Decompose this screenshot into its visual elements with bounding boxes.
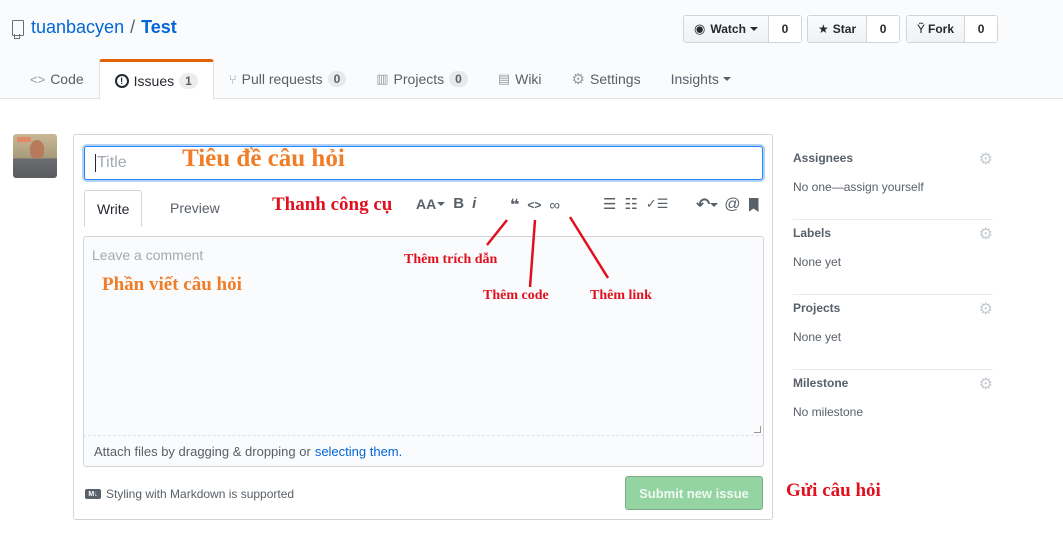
unordered-list-icon[interactable]: ☰ bbox=[603, 195, 616, 213]
italic-icon[interactable]: i bbox=[472, 195, 476, 212]
labels-value: None yet bbox=[793, 255, 842, 269]
sidebar-projects: Projects ⚙ None yet bbox=[793, 295, 993, 370]
sidebar-labels: Labels ⚙ None yet bbox=[793, 220, 993, 295]
star-count[interactable]: 0 bbox=[867, 16, 900, 42]
code-icon: <> bbox=[30, 71, 46, 87]
markdown-icon: M↓ bbox=[85, 489, 101, 499]
milestone-heading: Milestone bbox=[793, 376, 849, 390]
star-group: ★ Star 0 bbox=[807, 15, 901, 43]
fork-icon: Ỹ bbox=[917, 22, 926, 36]
annotation-quote: Thêm trích dẫn bbox=[404, 252, 498, 267]
chevron-down-icon bbox=[710, 203, 719, 207]
link-icon[interactable]: ∞ bbox=[549, 197, 560, 214]
eye-icon: ◉ bbox=[694, 21, 706, 36]
gear-icon: ⚙ bbox=[571, 71, 585, 88]
code-icon[interactable]: <> bbox=[527, 198, 541, 212]
fork-button[interactable]: Ỹ Fork bbox=[907, 16, 966, 42]
issue-sidebar: Assignees ⚙ No one—assign yourself Label… bbox=[793, 145, 993, 445]
star-icon: ★ bbox=[818, 22, 829, 36]
tab-settings[interactable]: ⚙ Settings bbox=[557, 59, 656, 99]
issue-opened-icon: ! bbox=[114, 74, 129, 88]
issues-counter: 1 bbox=[179, 73, 198, 89]
chevron-down-icon bbox=[749, 27, 758, 31]
quote-icon[interactable]: ❝ bbox=[510, 195, 519, 215]
comment-placeholder: Leave a comment bbox=[92, 247, 204, 263]
tab-insights[interactable]: Insights bbox=[656, 59, 746, 99]
text-cursor bbox=[95, 154, 96, 172]
markdown-toolbar-lists: ☰ ☷ ✓☰ bbox=[599, 195, 672, 213]
sidebar-assignees: Assignees ⚙ No one—assign yourself bbox=[793, 145, 993, 220]
star-button[interactable]: ★ Star bbox=[808, 16, 868, 42]
watch-group: ◉ Watch 0 bbox=[683, 15, 802, 43]
repo-owner-link[interactable]: tuanbacyen bbox=[31, 17, 124, 38]
projects-heading: Projects bbox=[793, 301, 841, 315]
annotation-code: Thêm code bbox=[483, 288, 549, 303]
attach-text: Attach files by dragging & dropping or bbox=[94, 443, 311, 459]
gear-icon[interactable]: ⚙ bbox=[979, 224, 993, 244]
fork-group: Ỹ Fork 0 bbox=[906, 15, 999, 43]
repo-nav: <> Code ! Issues 1 ⑂ Pull requests 0 ▥ P… bbox=[15, 59, 746, 100]
repo-name-link[interactable]: Test bbox=[141, 17, 177, 38]
tab-wiki[interactable]: ▤ Wiki bbox=[483, 59, 557, 99]
task-list-icon[interactable]: ✓☰ bbox=[646, 196, 669, 212]
chevron-down-icon bbox=[437, 201, 446, 206]
select-files-link[interactable]: selecting them. bbox=[315, 444, 402, 459]
file-attach-bar: Attach files by dragging & dropping or s… bbox=[83, 436, 764, 467]
bookmark-icon[interactable] bbox=[748, 198, 759, 212]
watch-button[interactable]: ◉ Watch bbox=[684, 16, 769, 42]
title-placeholder: Title bbox=[97, 154, 127, 171]
project-icon: ▥ bbox=[376, 71, 389, 86]
book-icon: ▤ bbox=[497, 71, 511, 86]
tab-code[interactable]: <> Code bbox=[15, 59, 99, 99]
annotation-body: Phần viết câu hỏi bbox=[102, 274, 242, 295]
fork-count[interactable]: 0 bbox=[965, 16, 998, 42]
markdown-toolbar: AA B i bbox=[412, 195, 480, 212]
mention-icon[interactable]: @ bbox=[724, 196, 740, 214]
git-pull-request-icon: ⑂ bbox=[228, 71, 237, 87]
pull-requests-counter: 0 bbox=[327, 71, 347, 87]
reply-icon[interactable]: ↶ bbox=[696, 195, 710, 215]
tab-issues[interactable]: ! Issues 1 bbox=[98, 59, 214, 100]
new-issue-form: Title Write Preview AA B i ❝ <> ∞ ☰ ☷ ✓☰… bbox=[73, 134, 773, 520]
tab-preview[interactable]: Preview bbox=[158, 190, 232, 226]
markdown-note: M↓ Styling with Markdown is supported bbox=[85, 487, 294, 501]
repo-separator: / bbox=[130, 17, 136, 37]
repo-book-icon bbox=[12, 19, 24, 39]
gear-icon[interactable]: ⚙ bbox=[979, 374, 993, 394]
markdown-note-link[interactable]: Styling with Markdown is supported bbox=[106, 487, 294, 501]
projects-value: None yet bbox=[793, 330, 842, 344]
bold-icon[interactable]: B bbox=[453, 195, 464, 212]
watch-count[interactable]: 0 bbox=[768, 16, 801, 42]
assign-yourself-link[interactable]: No one—assign yourself bbox=[793, 180, 924, 194]
markdown-toolbar-insert: ❝ <> ∞ bbox=[506, 195, 564, 215]
resize-handle[interactable] bbox=[754, 426, 761, 433]
annotation-submit: Gửi câu hỏi bbox=[786, 480, 881, 501]
repo-header: tuanbacyen / Test ◉ Watch 0 ★ Star 0 Ỹ F… bbox=[0, 0, 1063, 100]
projects-counter: 0 bbox=[449, 71, 468, 87]
chevron-down-icon bbox=[722, 77, 731, 81]
tab-projects[interactable]: ▥ Projects 0 bbox=[361, 59, 483, 99]
tab-write[interactable]: Write bbox=[84, 190, 143, 227]
annotation-title: Tiêu đề câu hỏi bbox=[182, 145, 345, 172]
annotation-toolbar: Thanh công cụ bbox=[272, 194, 393, 215]
avatar[interactable] bbox=[13, 134, 57, 178]
gear-icon[interactable]: ⚙ bbox=[979, 149, 993, 169]
milestone-value: No milestone bbox=[793, 405, 864, 419]
repo-title: tuanbacyen / Test bbox=[12, 17, 177, 39]
ordered-list-icon[interactable]: ☷ bbox=[624, 195, 637, 213]
annotation-link: Thêm link bbox=[590, 288, 652, 303]
labels-heading: Labels bbox=[793, 226, 832, 240]
assignees-heading: Assignees bbox=[793, 151, 854, 165]
tab-pull-requests[interactable]: ⑂ Pull requests 0 bbox=[214, 59, 361, 99]
gear-icon[interactable]: ⚙ bbox=[979, 299, 993, 319]
markdown-toolbar-extra: ↶ @ bbox=[692, 195, 763, 215]
header-icon[interactable]: AA bbox=[416, 196, 436, 212]
sidebar-milestone: Milestone ⚙ No milestone bbox=[793, 370, 993, 445]
submit-new-issue-button[interactable]: Submit new issue bbox=[625, 476, 763, 510]
